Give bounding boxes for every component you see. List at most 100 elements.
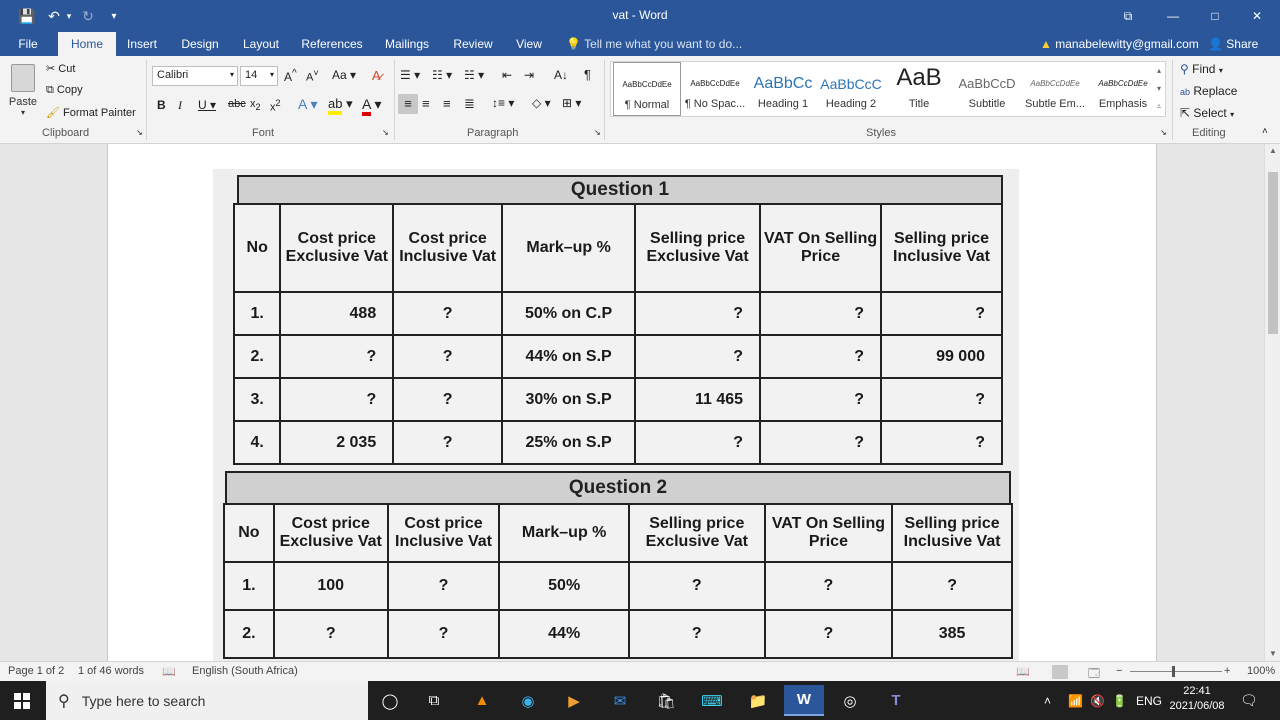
style-emphasis[interactable]: AaBbCcDdEe Emphasis xyxy=(1089,62,1157,116)
subscript-icon[interactable]: x2 xyxy=(250,98,261,112)
justify-icon[interactable]: ≣ xyxy=(464,96,475,112)
undo-icon[interactable]: ↶ xyxy=(44,0,64,32)
tab-file[interactable]: File xyxy=(0,32,56,56)
undo-dropdown-icon[interactable]: ▾ xyxy=(64,0,74,32)
tell-me-box[interactable]: 💡 Tell me what you want to do... xyxy=(566,32,742,56)
zoom-out-icon[interactable]: − xyxy=(1116,665,1122,677)
text-effects-icon[interactable]: A ▾ xyxy=(298,96,317,113)
scrollbar-thumb[interactable] xyxy=(1268,172,1278,334)
font-size-combo[interactable]: 14 ▾ xyxy=(240,66,278,86)
paste-button[interactable]: Paste ▾ xyxy=(6,62,40,126)
customize-quick-access-icon[interactable]: ▾ xyxy=(104,0,124,32)
styles-more-icon[interactable]: ⩡ xyxy=(1153,98,1165,116)
clock[interactable]: 22:41 2021/06/08 xyxy=(1164,684,1230,714)
tab-insert[interactable]: Insert xyxy=(118,32,166,56)
zoom-in-icon[interactable]: + xyxy=(1224,665,1230,677)
teams-icon[interactable]: T xyxy=(876,685,916,716)
mail-icon[interactable]: ✉ xyxy=(600,685,640,716)
paragraph-launcher-icon[interactable]: ↘ xyxy=(594,128,601,137)
line-spacing-icon[interactable]: ↕≡ ▾ xyxy=(492,96,514,110)
style-heading-2[interactable]: AaBbCcC Heading 2 xyxy=(817,62,885,116)
account-area[interactable]: ▲ manabelewitty@gmail.com xyxy=(1040,32,1199,56)
styles-scroll-up-icon[interactable]: ▴ xyxy=(1153,62,1165,80)
font-launcher-icon[interactable]: ↘ xyxy=(382,128,389,137)
tab-layout[interactable]: Layout xyxy=(234,32,288,56)
minimize-button[interactable]: — xyxy=(1150,0,1196,32)
clear-formatting-icon[interactable]: A̷ xyxy=(372,68,381,83)
taskbar-search-box[interactable]: ⚲ Type here to search xyxy=(46,681,368,720)
increase-indent-icon[interactable]: ⇥ xyxy=(524,68,534,82)
decrease-indent-icon[interactable]: ⇤ xyxy=(502,68,512,82)
edge-icon[interactable]: ◉ xyxy=(508,685,548,716)
tab-review[interactable]: Review xyxy=(446,32,500,56)
vertical-scrollbar[interactable]: ▲ ▼ xyxy=(1264,144,1280,661)
start-button[interactable] xyxy=(0,681,44,720)
store-icon[interactable]: 🛍 xyxy=(646,685,686,716)
format-painter-button[interactable]: 🖌 Format Painter xyxy=(46,106,136,119)
collapse-ribbon-icon[interactable]: ˄ xyxy=(1262,126,1268,137)
page-count[interactable]: Page 1 of 2 xyxy=(8,665,64,677)
align-center-icon[interactable]: ≡ xyxy=(422,96,430,111)
wifi-icon[interactable]: 📶 xyxy=(1068,681,1083,720)
styles-launcher-icon[interactable]: ↘ xyxy=(1160,128,1167,137)
superscript-icon[interactable]: x2 xyxy=(270,98,281,114)
align-right-icon[interactable]: ≡ xyxy=(443,96,451,111)
style-title[interactable]: AaB Title xyxy=(885,62,953,116)
shrink-font-icon[interactable]: A˅ xyxy=(306,68,319,84)
change-case-icon[interactable]: Aa ▾ xyxy=(332,68,356,82)
file-explorer-icon[interactable]: 📁 xyxy=(738,685,778,716)
zoom-level[interactable]: 100% xyxy=(1247,665,1275,677)
font-name-combo[interactable]: Calibri ▾ xyxy=(152,66,238,86)
show-hidden-icons[interactable]: ˄ xyxy=(1044,681,1051,720)
tab-home[interactable]: Home xyxy=(58,32,116,56)
document-page[interactable]: Question 1 No Cost price Exclusive Vat C… xyxy=(107,144,1157,661)
sort-icon[interactable]: A↓ xyxy=(554,68,568,82)
language-indicator[interactable]: English (South Africa) xyxy=(192,665,298,677)
style-subtle-emphasis[interactable]: AaBbCcDdEe Subtle Em... xyxy=(1021,62,1089,116)
scanned-image[interactable]: Question 1 No Cost price Exclusive Vat C… xyxy=(213,169,1019,661)
redo-icon[interactable]: ↻ xyxy=(78,0,98,32)
notifications-icon[interactable]: 🗨 xyxy=(1240,681,1258,720)
ribbon-display-options-icon[interactable]: ⧉ xyxy=(1105,0,1151,32)
tab-view[interactable]: View xyxy=(508,32,550,56)
obs-icon[interactable]: ◎ xyxy=(830,685,870,716)
style-normal[interactable]: AaBbCcDdEe ¶ Normal xyxy=(613,62,681,116)
borders-icon[interactable]: ⊞ ▾ xyxy=(562,96,581,110)
grow-font-icon[interactable]: A^ xyxy=(284,68,297,84)
bullets-icon[interactable]: ☰ ▾ xyxy=(400,68,420,82)
font-color-icon[interactable]: A ▾ xyxy=(362,96,382,116)
scroll-down-icon[interactable]: ▼ xyxy=(1265,647,1280,661)
align-left-icon[interactable]: ≡ xyxy=(398,94,418,114)
style-heading-1[interactable]: AaBbCc Heading 1 xyxy=(749,62,817,116)
style-no-spacing[interactable]: AaBbCcDdEe ¶ No Spac... xyxy=(681,62,749,116)
read-mode-icon[interactable]: 📖 xyxy=(1016,665,1030,678)
code-editor-icon[interactable]: ⌨ xyxy=(692,685,732,716)
tab-mailings[interactable]: Mailings xyxy=(376,32,438,56)
replace-button[interactable]: ab Replace xyxy=(1180,84,1237,98)
maximize-button[interactable]: □ xyxy=(1192,0,1238,32)
cut-button[interactable]: ✂ Cut xyxy=(46,62,75,75)
zoom-slider-track[interactable] xyxy=(1130,671,1222,672)
numbering-icon[interactable]: ☷ ▾ xyxy=(432,68,452,82)
vlc-icon[interactable]: ▲ xyxy=(462,685,502,716)
zoom-slider-thumb[interactable] xyxy=(1172,666,1175,677)
multilevel-list-icon[interactable]: ☵ ▾ xyxy=(464,68,484,82)
close-button[interactable]: ✕ xyxy=(1234,0,1280,32)
task-view-icon[interactable]: ⧉ xyxy=(414,685,454,716)
select-button[interactable]: ⇱ Select ▾ xyxy=(1180,106,1234,120)
media-player-icon[interactable]: ▶ xyxy=(554,685,594,716)
input-language[interactable]: ENG xyxy=(1136,681,1162,720)
styles-scroll-down-icon[interactable]: ▾ xyxy=(1153,80,1165,98)
strikethrough-icon[interactable]: abc xyxy=(228,98,246,110)
bold-icon[interactable]: B xyxy=(157,98,166,112)
tab-references[interactable]: References xyxy=(296,32,368,56)
share-button[interactable]: 👤 Share xyxy=(1208,32,1258,56)
underline-icon[interactable]: U ▾ xyxy=(198,98,216,112)
italic-icon[interactable]: I xyxy=(178,98,182,113)
scroll-up-icon[interactable]: ▲ xyxy=(1265,144,1280,158)
proofing-icon[interactable]: 📖 xyxy=(162,665,176,678)
cortana-icon[interactable]: ◯ xyxy=(370,685,410,716)
battery-icon[interactable]: 🔋 xyxy=(1112,681,1127,720)
word-count[interactable]: 1 of 46 words xyxy=(78,665,144,677)
shading-icon[interactable]: ◇ ▾ xyxy=(532,96,551,110)
